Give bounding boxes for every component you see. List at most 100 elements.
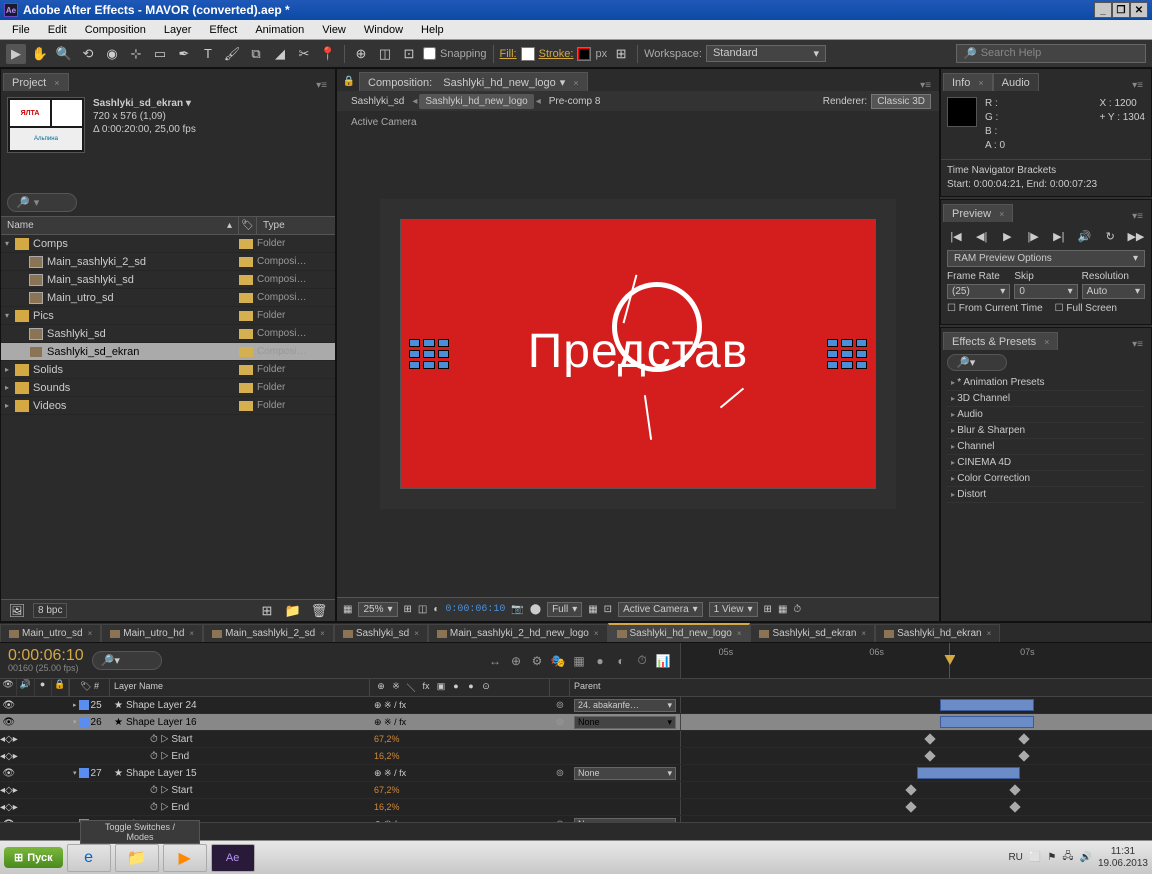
project-item[interactable]: Main_utro_sdComposi… — [1, 289, 335, 307]
play-button[interactable]: ▶ — [998, 228, 1016, 244]
menu-effect[interactable]: Effect — [201, 22, 245, 38]
breadcrumb-item[interactable]: Sashlyki_sd — [345, 94, 410, 109]
close-button[interactable]: ✕ — [1130, 2, 1148, 18]
timeline-tab[interactable]: Sashlyki_hd_ekran× — [875, 624, 1000, 642]
project-tree[interactable]: ▾CompsFolderMain_sashlyki_2_sdComposi…Ma… — [1, 235, 335, 599]
selection-handles[interactable] — [409, 339, 449, 369]
timeline-tab[interactable]: Main_sashlyki_2_sd× — [203, 624, 334, 642]
tray-icon[interactable]: ⬜ — [1029, 852, 1041, 863]
selection-tool[interactable]: ▶ — [6, 44, 26, 64]
footer-icon[interactable]: ◫ — [418, 604, 427, 615]
pan-behind-tool[interactable]: ⊹ — [126, 44, 146, 64]
project-search-input[interactable]: 🔎▾ — [7, 193, 77, 212]
anchor-icon[interactable]: ⊕ — [351, 44, 371, 64]
effect-category[interactable]: * Animation Presets — [947, 375, 1145, 391]
timeline-timecode[interactable]: 0:00:06:10 00160 (25.00 fps) — [8, 648, 84, 673]
fill-label[interactable]: Fill: — [500, 48, 517, 60]
menu-view[interactable]: View — [314, 22, 354, 38]
shape-tool[interactable]: ▭ — [150, 44, 170, 64]
roto-tool[interactable]: ✂ — [294, 44, 314, 64]
stroke-label[interactable]: Stroke: — [539, 48, 574, 60]
panel-menu-icon[interactable]: ▾≡ — [914, 80, 937, 91]
channel-icon[interactable]: ⬤ — [530, 604, 541, 615]
effects-tab[interactable]: Effects & Presets× — [943, 332, 1058, 350]
current-time[interactable]: 0:00:06:10 — [445, 604, 505, 615]
from-current-checkbox[interactable]: From Current Time — [947, 303, 1043, 314]
timeline-tab[interactable]: Sashlyki_sd× — [334, 624, 428, 642]
timeline-search-input[interactable]: 🔎▾ — [92, 651, 162, 670]
project-item[interactable]: Main_sashlyki_2_sdComposi… — [1, 253, 335, 271]
tray-flag-icon[interactable]: ⚑ — [1047, 852, 1056, 863]
zoom-dropdown[interactable]: 25%▾ — [358, 602, 397, 617]
project-item[interactable]: ▸SoundsFolder — [1, 379, 335, 397]
clock[interactable]: 11:3119.06.2013 — [1098, 846, 1148, 870]
effects-list[interactable]: * Animation Presets3D ChannelAudioBlur &… — [947, 375, 1145, 503]
camera-dropdown[interactable]: Active Camera▾ — [618, 602, 703, 617]
rotate-tool[interactable]: ⟲ — [78, 44, 98, 64]
interpret-icon[interactable]: 🖼 — [7, 601, 27, 621]
hand-tool[interactable]: ✋ — [30, 44, 50, 64]
prev-frame-button[interactable]: ◀| — [973, 228, 991, 244]
preview-tab[interactable]: Preview× — [943, 204, 1013, 222]
audio-button[interactable]: 🔊 — [1076, 228, 1094, 244]
snapping-checkbox[interactable] — [423, 47, 436, 60]
footer-icon[interactable]: ⏱ — [793, 604, 801, 615]
search-help-input[interactable]: 🔎 Search Help — [956, 44, 1146, 63]
project-tab[interactable]: Project× — [3, 73, 69, 91]
footer-icon[interactable]: ⊞ — [404, 604, 412, 615]
project-item[interactable]: Sashlyki_sdComposi… — [1, 325, 335, 343]
timeline-tab[interactable]: Main_utro_sd× — [0, 624, 101, 642]
taskbar-ie-icon[interactable]: e — [67, 844, 111, 872]
zoom-tool[interactable]: 🔍 — [54, 44, 74, 64]
menu-layer[interactable]: Layer — [156, 22, 200, 38]
start-button[interactable]: ⊞Пуск — [4, 847, 63, 868]
footer-icon[interactable]: ▦ — [343, 604, 352, 615]
new-folder-icon[interactable]: 📁 — [283, 601, 303, 621]
last-frame-button[interactable]: ▶| — [1050, 228, 1068, 244]
tl-btn-icon[interactable]: 📊 — [654, 652, 672, 670]
timeline-property-row[interactable]: ◂◇▸⏱ ▷ Start67,2% — [0, 731, 1152, 748]
workspace-dropdown[interactable]: Standard▾ — [706, 45, 826, 62]
puppet-tool[interactable]: 📍 — [318, 44, 338, 64]
taskbar-media-icon[interactable]: ▶ — [163, 844, 207, 872]
project-item[interactable]: Sashlyki_sd_ekranComposi… — [1, 343, 335, 361]
effect-category[interactable]: 3D Channel — [947, 391, 1145, 407]
stroke-opts-icon[interactable]: ⊞ — [611, 44, 631, 64]
ram-preview-button[interactable]: ▶▶ — [1127, 228, 1145, 244]
effect-category[interactable]: Audio — [947, 407, 1145, 423]
tl-btn-icon[interactable]: ↔ — [486, 652, 504, 670]
tl-btn-icon[interactable]: ◐ — [612, 652, 630, 670]
skip-dropdown[interactable]: 0▾ — [1014, 284, 1077, 299]
taskbar-explorer-icon[interactable]: 📁 — [115, 844, 159, 872]
project-item[interactable]: ▾PicsFolder — [1, 307, 335, 325]
audio-tab[interactable]: Audio — [993, 73, 1039, 91]
footer-icon[interactable]: ▦ — [778, 604, 787, 615]
menu-composition[interactable]: Composition — [77, 22, 154, 38]
mask-icon[interactable]: ◫ — [375, 44, 395, 64]
panel-menu-icon[interactable]: ▾≡ — [1126, 80, 1149, 91]
timeline-tab[interactable]: Main_utro_hd× — [101, 624, 203, 642]
camera-tool[interactable]: ◉ — [102, 44, 122, 64]
brush-tool[interactable]: 🖌 — [222, 44, 242, 64]
effects-search-input[interactable]: 🔎▾ — [947, 354, 1007, 371]
menu-file[interactable]: File — [4, 22, 38, 38]
bpc-toggle[interactable]: 8 bpc — [33, 603, 67, 618]
tl-btn-icon[interactable]: ⊕ — [507, 652, 525, 670]
footer-icon[interactable]: ⊡ — [604, 604, 612, 615]
taskbar-ae-icon[interactable]: Ae — [211, 844, 255, 872]
tl-btn-icon[interactable]: 🎭 — [549, 652, 567, 670]
first-frame-button[interactable]: |◀ — [947, 228, 965, 244]
new-comp-icon[interactable]: ⊞ — [257, 601, 277, 621]
timeline-property-row[interactable]: ◂◇▸⏱ ▷ End16,2% — [0, 748, 1152, 765]
timeline-tab[interactable]: Main_sashlyki_2_hd_new_logo× — [428, 624, 608, 642]
menu-edit[interactable]: Edit — [40, 22, 75, 38]
footer-icon[interactable]: ⊞ — [764, 604, 772, 615]
breadcrumb-item[interactable]: Pre-comp 8 — [543, 94, 607, 109]
info-tab[interactable]: Info× — [943, 73, 993, 91]
timeline-ruler[interactable]: 05s06s07s08 — [680, 643, 1152, 678]
composition-canvas[interactable]: Представ — [400, 219, 876, 489]
composition-viewer[interactable]: Active Camera Представ — [337, 111, 939, 597]
timeline-layer-row[interactable]: 👁▾26★Shape Layer 16⊕ ※ / fx⊚None ▾ — [0, 714, 1152, 731]
selection-handles[interactable] — [827, 339, 867, 369]
snap-icon[interactable]: ⊡ — [399, 44, 419, 64]
